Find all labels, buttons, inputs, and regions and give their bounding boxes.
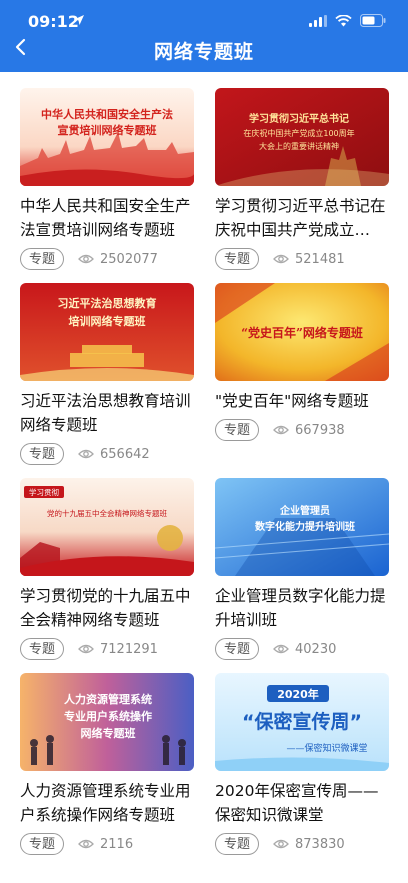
thumb-text: 在庆祝中国共产党成立100周年: [243, 128, 354, 138]
thumb-text: 中华人民共和国安全生产法: [41, 107, 173, 121]
thumb-text: “党史百年”网络专题班: [241, 325, 363, 340]
eye-icon: [78, 839, 94, 849]
battery-icon: [360, 14, 386, 27]
thumb-text: 学习贯彻习近平总书记: [249, 112, 349, 125]
topic-title[interactable]: 人力资源管理系统专业用户系统操作网络专题班: [20, 779, 194, 827]
thumb-text: 数字化能力提升培训班: [255, 520, 355, 533]
view-count: 2116: [100, 836, 134, 852]
thumb-text: 专业用户系统操作: [64, 709, 152, 723]
topic-tag: 专题: [215, 833, 259, 855]
topic-meta: 专题 2116: [20, 832, 133, 856]
nav-bar: 网络专题班: [0, 30, 408, 72]
topic-thumbnail[interactable]: 中华人民共和国安全生产法 宣贯培训网络专题班: [20, 88, 194, 186]
topic-title[interactable]: 学习贯彻习近平总书记在庆祝中国共产党成立100...: [215, 194, 389, 242]
topic-tag: 专题: [215, 638, 259, 660]
topic-tag: 专题: [215, 419, 259, 441]
topic-tag: 专题: [215, 248, 259, 270]
thumb-text: 习近平法治思想教育: [58, 296, 157, 310]
cellular-signal-icon: [309, 14, 327, 27]
topic-title[interactable]: 2020年保密宣传周——保密知识微课堂: [215, 779, 389, 827]
thumb-text: 网络专题班: [81, 726, 136, 740]
topic-meta: 专题 521481: [215, 247, 345, 271]
topic-tag: 专题: [20, 833, 64, 855]
topic-thumbnail[interactable]: 企业管理员 数字化能力提升培训班: [215, 478, 389, 576]
eye-icon: [273, 254, 289, 264]
view-count: 667938: [295, 422, 345, 438]
location-arrow-icon: [74, 15, 84, 25]
view-count: 873830: [295, 836, 345, 852]
topic-thumbnail[interactable]: 2020年 “保密宣传周” ——保密知识微课堂: [215, 673, 389, 771]
eye-icon: [78, 644, 94, 654]
eye-icon: [78, 254, 94, 264]
eye-icon: [273, 644, 289, 654]
topic-title[interactable]: 学习贯彻党的十九届五中全会精神网络专题班: [20, 584, 194, 632]
topic-meta: 专题 40230: [215, 637, 336, 661]
thumb-text: 2020年: [277, 687, 319, 701]
topic-title[interactable]: 企业管理员数字化能力提升培训班: [215, 584, 389, 632]
view-count: 40230: [295, 641, 337, 657]
thumb-text: 宣贯培训网络专题班: [58, 123, 157, 137]
thumb-text: 培训网络专题班: [69, 314, 146, 328]
topic-meta: 专题 667938: [215, 418, 345, 442]
page-title: 网络专题班: [153, 41, 254, 63]
app-header: 09:12 网络专题班: [0, 0, 408, 72]
topic-title[interactable]: "党史百年"网络专题班: [215, 389, 389, 413]
view-count: 7121291: [100, 641, 158, 657]
thumb-text: 学习贯彻: [29, 487, 59, 497]
eye-icon: [78, 449, 94, 459]
thumb-text: 党的十九届五中全会精神网络专题班: [47, 508, 167, 518]
status-time: 09:12: [28, 12, 79, 31]
topic-thumbnail[interactable]: 人力资源管理系统 专业用户系统操作 网络专题班: [20, 673, 194, 771]
topic-thumbnail[interactable]: “党史百年”网络专题班: [215, 283, 389, 381]
eye-icon: [273, 425, 289, 435]
topic-thumbnail[interactable]: 学习贯彻习近平总书记 在庆祝中国共产党成立100周年 大会上的重要讲话精神: [215, 88, 389, 186]
topic-meta: 专题 873830: [215, 832, 345, 856]
topic-meta: 专题 2502077: [20, 247, 158, 271]
topic-thumbnail[interactable]: 习近平法治思想教育 培训网络专题班: [20, 283, 194, 381]
thumb-text: 大会上的重要讲话精神: [259, 141, 339, 151]
view-count: 521481: [295, 251, 345, 267]
thumb-text: 人力资源管理系统: [64, 692, 152, 706]
topic-title[interactable]: 习近平法治思想教育培训网络专题班: [20, 389, 194, 437]
topic-tag: 专题: [20, 443, 64, 465]
topic-meta: 专题 656642: [20, 442, 150, 466]
thumb-text: “保密宣传周”: [242, 710, 362, 733]
thumb-text: ——保密知识微课堂: [286, 742, 367, 754]
topic-meta: 专题 7121291: [20, 637, 158, 661]
topic-tag: 专题: [20, 638, 64, 660]
thumb-text: 企业管理员: [279, 504, 330, 517]
topic-tag: 专题: [20, 248, 64, 270]
topic-title[interactable]: 中华人民共和国安全生产法宣贯培训网络专题班: [20, 194, 194, 242]
topic-thumbnail[interactable]: 学习贯彻 党的十九届五中全会精神网络专题班: [20, 478, 194, 576]
wifi-icon: [335, 14, 352, 26]
eye-icon: [273, 839, 289, 849]
view-count: 2502077: [100, 251, 158, 267]
view-count: 656642: [100, 446, 150, 462]
